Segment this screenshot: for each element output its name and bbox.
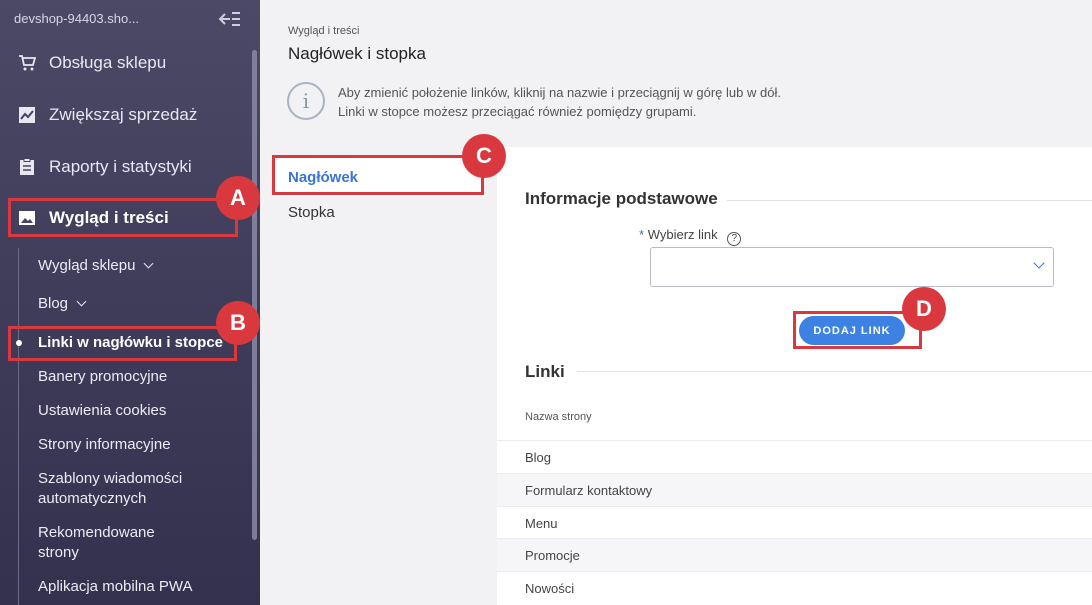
table-row[interactable]: Promocje	[497, 538, 1092, 571]
info-icon: i	[287, 82, 325, 120]
sidebar-item-label: Zwiększaj sprzedaż	[49, 105, 198, 124]
chevron-down-icon	[76, 296, 87, 307]
subitem-aplikacja-pwa[interactable]: Aplikacja mobilna PWA	[38, 577, 193, 597]
link-select[interactable]	[650, 247, 1054, 287]
shop-name[interactable]: devshop-94403.sho...	[14, 11, 139, 26]
chevron-down-icon	[143, 258, 154, 269]
info-text: Aby zmienić położenie linków, kliknij na…	[338, 83, 781, 121]
subitem-label: Wygląd sklepu	[38, 257, 136, 274]
cart-icon	[18, 54, 36, 72]
sidebar-item-obsluga-sklepu[interactable]: Obsługa sklepu	[0, 45, 250, 81]
subitem-banery[interactable]: Banery promocyjne	[38, 367, 167, 387]
section-title-informacje: Informacje podstawowe	[525, 189, 718, 208]
section-title-linki: Linki	[525, 362, 565, 381]
sidebar-item-raporty[interactable]: Raporty i statystyki	[0, 149, 250, 185]
select-link-label: * Wybierz link ?	[639, 227, 742, 246]
collapse-sidebar-icon[interactable]	[218, 10, 240, 28]
section-divider	[727, 200, 1092, 201]
subitem-label: Blog	[38, 295, 69, 312]
required-mark: *	[639, 227, 645, 242]
info-line: Aby zmienić położenie linków, kliknij na…	[338, 85, 781, 100]
table-row[interactable]: Menu	[497, 506, 1092, 539]
help-icon[interactable]: ?	[727, 231, 742, 246]
sidebar-item-zwiekszaj-sprzedaz[interactable]: Zwiększaj sprzedaż	[0, 97, 250, 133]
chart-icon	[18, 106, 36, 124]
sidebar-scrollbar[interactable]	[252, 50, 257, 540]
callout-badge-a: A	[216, 176, 260, 220]
callout-badge-d: D	[902, 287, 946, 331]
section-divider	[577, 371, 1092, 372]
column-header-nazwa-strony[interactable]: Nazwa strony	[525, 411, 592, 423]
callout-box-a	[8, 198, 238, 237]
field-label-text: Wybierz link	[647, 227, 718, 242]
subitem-rekomendowane[interactable]: Rekomendowane strony	[38, 523, 178, 563]
callout-badge-b: B	[216, 301, 260, 345]
info-line: Linki w stopce możesz przeciągać również…	[338, 104, 697, 119]
tab-stopka[interactable]: Stopka	[272, 192, 484, 232]
subitem-blog[interactable]: Blog	[38, 294, 87, 314]
callout-box-b	[8, 326, 237, 361]
breadcrumb[interactable]: Wygląd i treści	[288, 25, 359, 37]
chevron-down-icon	[1033, 257, 1045, 269]
clipboard-icon	[18, 158, 36, 176]
table-row[interactable]: Formularz kontaktowy	[497, 473, 1092, 506]
table-row[interactable]: Blog	[497, 440, 1092, 473]
subitem-cookies[interactable]: Ustawienia cookies	[38, 401, 166, 421]
page-title: Nagłówek i stopka	[288, 44, 426, 63]
callout-badge-c: C	[462, 134, 506, 178]
subitem-szablony[interactable]: Szablony wiadomości automatycznych	[38, 469, 208, 509]
callout-box-c	[272, 155, 484, 195]
table-row[interactable]: Nowości	[497, 571, 1092, 604]
submenu-divider	[18, 248, 19, 605]
subitem-strony-informacyjne[interactable]: Strony informacyjne	[38, 435, 171, 455]
sidebar-item-label: Obsługa sklepu	[49, 53, 167, 72]
subitem-wyglad-sklepu[interactable]: Wygląd sklepu	[38, 256, 154, 276]
sidebar: devshop-94403.sho... Obsługa sklepu Zwię…	[0, 0, 260, 605]
sidebar-item-label: Raporty i statystyki	[49, 157, 192, 176]
